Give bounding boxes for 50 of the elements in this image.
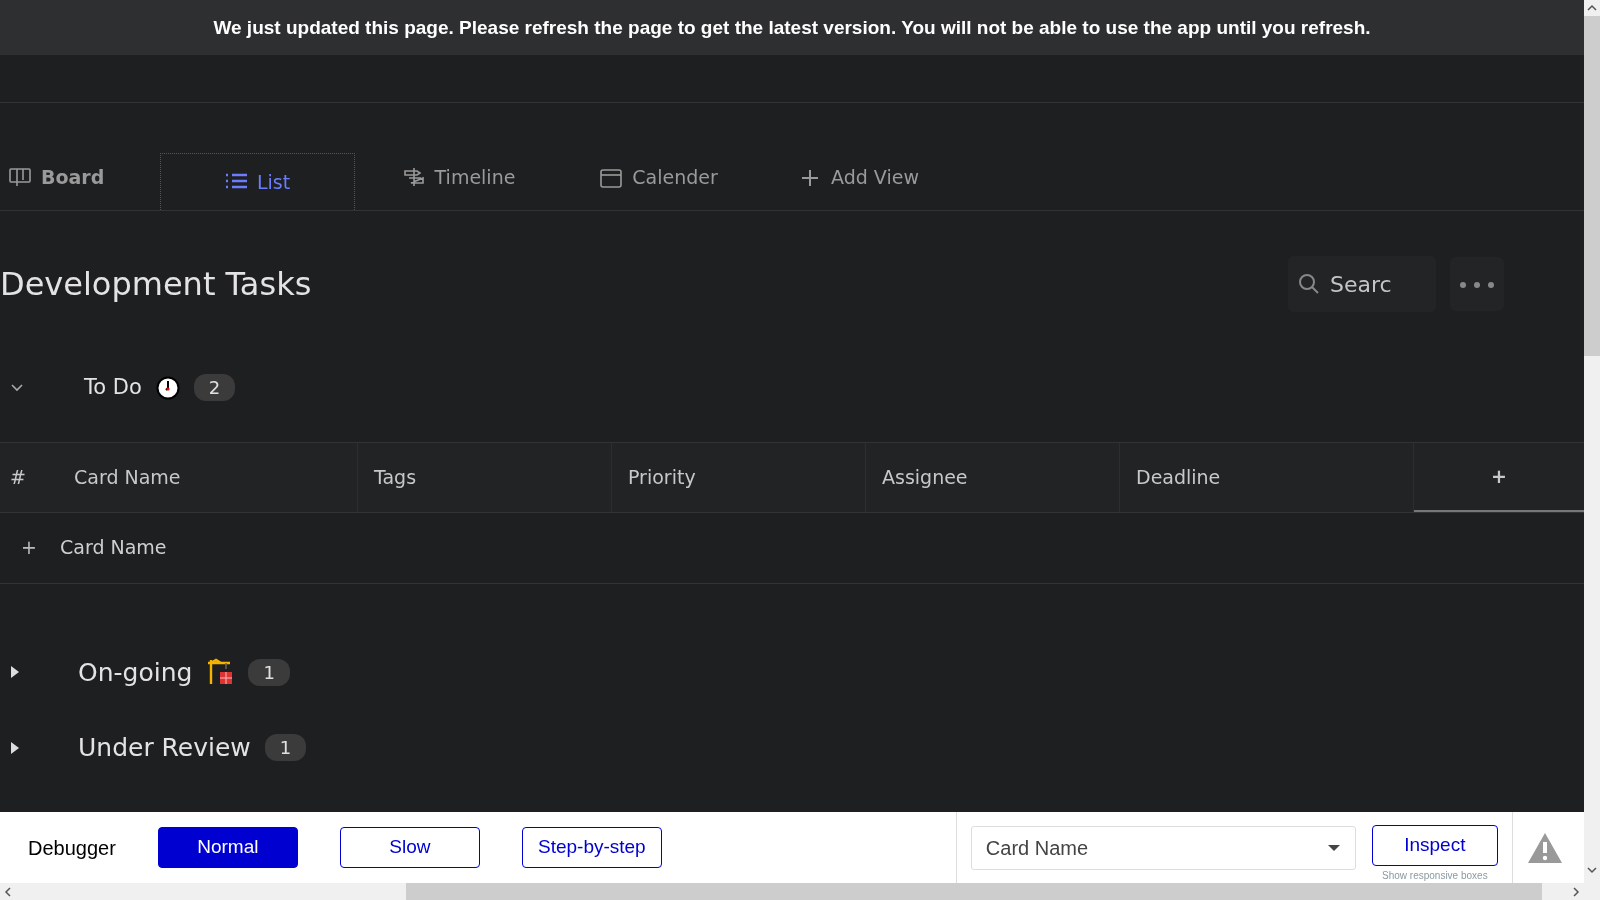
view-tab[interactable]: Timeline bbox=[355, 153, 555, 210]
select-value: Card Name bbox=[985, 835, 1089, 861]
mode-button[interactable]: Step-by-step bbox=[521, 827, 662, 868]
column-header: # bbox=[9, 464, 27, 490]
caret-down-icon bbox=[1326, 843, 1341, 852]
card-name-field[interactable]: Card Name bbox=[58, 532, 358, 563]
scrollbar-thumb[interactable] bbox=[1584, 16, 1600, 356]
search-field[interactable]: Searc bbox=[1288, 256, 1436, 312]
clock-icon bbox=[155, 375, 180, 400]
view-tab[interactable]: Add View bbox=[755, 153, 955, 210]
mode-button[interactable]: Slow bbox=[339, 827, 480, 868]
board-icon bbox=[9, 166, 31, 189]
search-icon bbox=[1298, 273, 1320, 295]
count-badge: 1 bbox=[264, 734, 307, 762]
inspect-hint: Show responsive boxes bbox=[1382, 868, 1488, 883]
column-header: Deadline bbox=[1120, 442, 1414, 512]
count-badge: 2 bbox=[193, 374, 236, 402]
update-banner: We just updated this page. Please refresh the page to get the latest version. You will not be able to use the app until you refresh. bbox=[0, 0, 1584, 55]
column-header: Priority bbox=[612, 442, 866, 512]
more-icon bbox=[1459, 280, 1495, 289]
more-button[interactable] bbox=[1450, 257, 1504, 311]
view-tab[interactable]: List bbox=[160, 153, 355, 210]
column-header: Card Name bbox=[58, 442, 358, 512]
scroll-up-icon[interactable] bbox=[1587, 4, 1597, 12]
page-title: Development Tasks bbox=[0, 264, 313, 304]
debugger-label: Debugger bbox=[28, 835, 116, 861]
caret-right-icon bbox=[10, 740, 20, 755]
mode-button[interactable]: Normal bbox=[157, 827, 298, 868]
count-badge: 1 bbox=[248, 658, 290, 686]
scroll-down-icon[interactable] bbox=[1587, 866, 1597, 874]
add-card-button[interactable]: + bbox=[0, 532, 58, 563]
timeline-icon bbox=[402, 166, 425, 189]
view-tab[interactable]: Calender bbox=[555, 153, 755, 210]
group-name: Under Review bbox=[78, 732, 251, 764]
scroll-right-icon[interactable] bbox=[1572, 886, 1580, 897]
view-tab[interactable]: Board bbox=[0, 153, 160, 210]
chevron-down-icon bbox=[10, 382, 24, 393]
group-name: To Do bbox=[84, 374, 142, 401]
warning-icon bbox=[1526, 831, 1563, 864]
select-field[interactable]: Card Name bbox=[970, 825, 1356, 870]
inspect-button[interactable]: Inspect bbox=[1371, 824, 1498, 866]
column-header: Tags bbox=[358, 442, 612, 512]
calendar-icon bbox=[600, 166, 623, 189]
group-name: On-going bbox=[78, 656, 193, 689]
caret-right-icon bbox=[10, 665, 20, 680]
crane-icon bbox=[206, 658, 235, 687]
scrollbar-thumb[interactable] bbox=[406, 883, 1542, 900]
search-input[interactable]: Searc bbox=[1328, 266, 1418, 302]
scroll-left-icon[interactable] bbox=[4, 886, 12, 897]
column-header: Assignee bbox=[866, 442, 1120, 512]
